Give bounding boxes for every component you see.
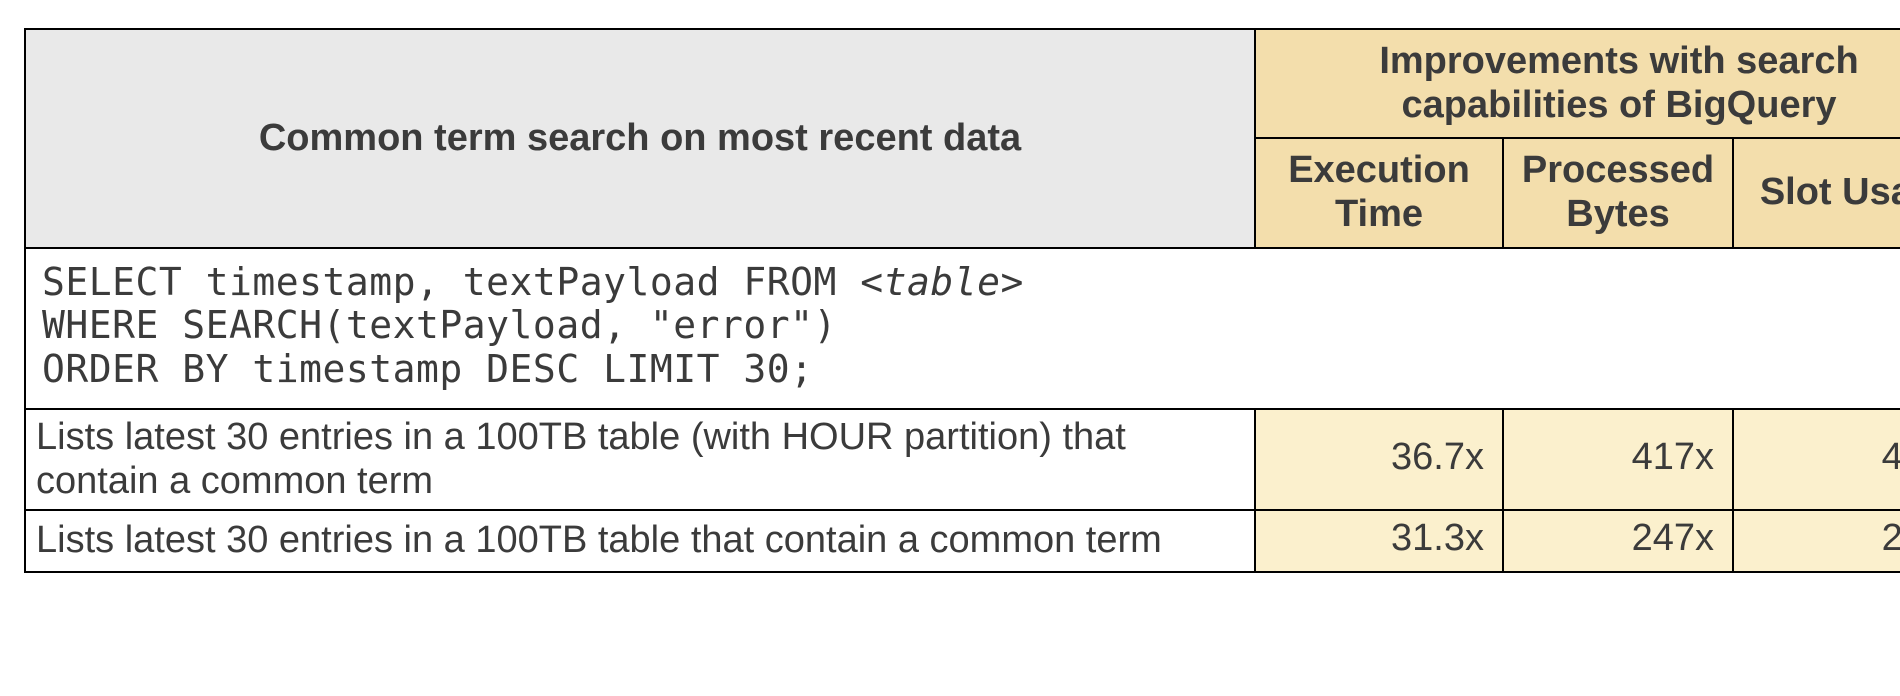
sql-code-block: SELECT timestamp, textPayload FROM <tabl… (25, 248, 1900, 409)
code-line: ORDER BY timestamp DESC LIMIT 30; (42, 347, 813, 391)
table-row-code: SELECT timestamp, textPayload FROM <tabl… (25, 248, 1900, 409)
header-execution-time: Execution Time (1255, 138, 1503, 247)
metric-slot-usage: 441x (1733, 409, 1900, 510)
code-placeholder: <table> (860, 260, 1024, 304)
header-processed-bytes: Processed Bytes (1503, 138, 1733, 247)
code-line: WHERE SEARCH(textPayload, "error") (42, 303, 837, 347)
row-description: Lists latest 30 entries in a 100TB table… (25, 510, 1255, 572)
table-row: Lists latest 30 entries in a 100TB table… (25, 510, 1900, 572)
metric-execution-time: 31.3x (1255, 510, 1503, 572)
metric-execution-time: 36.7x (1255, 409, 1503, 510)
metric-processed-bytes: 417x (1503, 409, 1733, 510)
metric-slot-usage: 250x (1733, 510, 1900, 572)
header-slot-usage: Slot Usage (1733, 138, 1900, 247)
metric-processed-bytes: 247x (1503, 510, 1733, 572)
code-line: SELECT timestamp, textPayload FROM (42, 260, 860, 304)
comparison-table: Common term search on most recent data I… (24, 28, 1900, 573)
table-row: Lists latest 30 entries in a 100TB table… (25, 409, 1900, 510)
row-description: Lists latest 30 entries in a 100TB table… (25, 409, 1255, 510)
header-group: Improvements with search capabilities of… (1255, 29, 1900, 138)
header-left: Common term search on most recent data (25, 29, 1255, 248)
